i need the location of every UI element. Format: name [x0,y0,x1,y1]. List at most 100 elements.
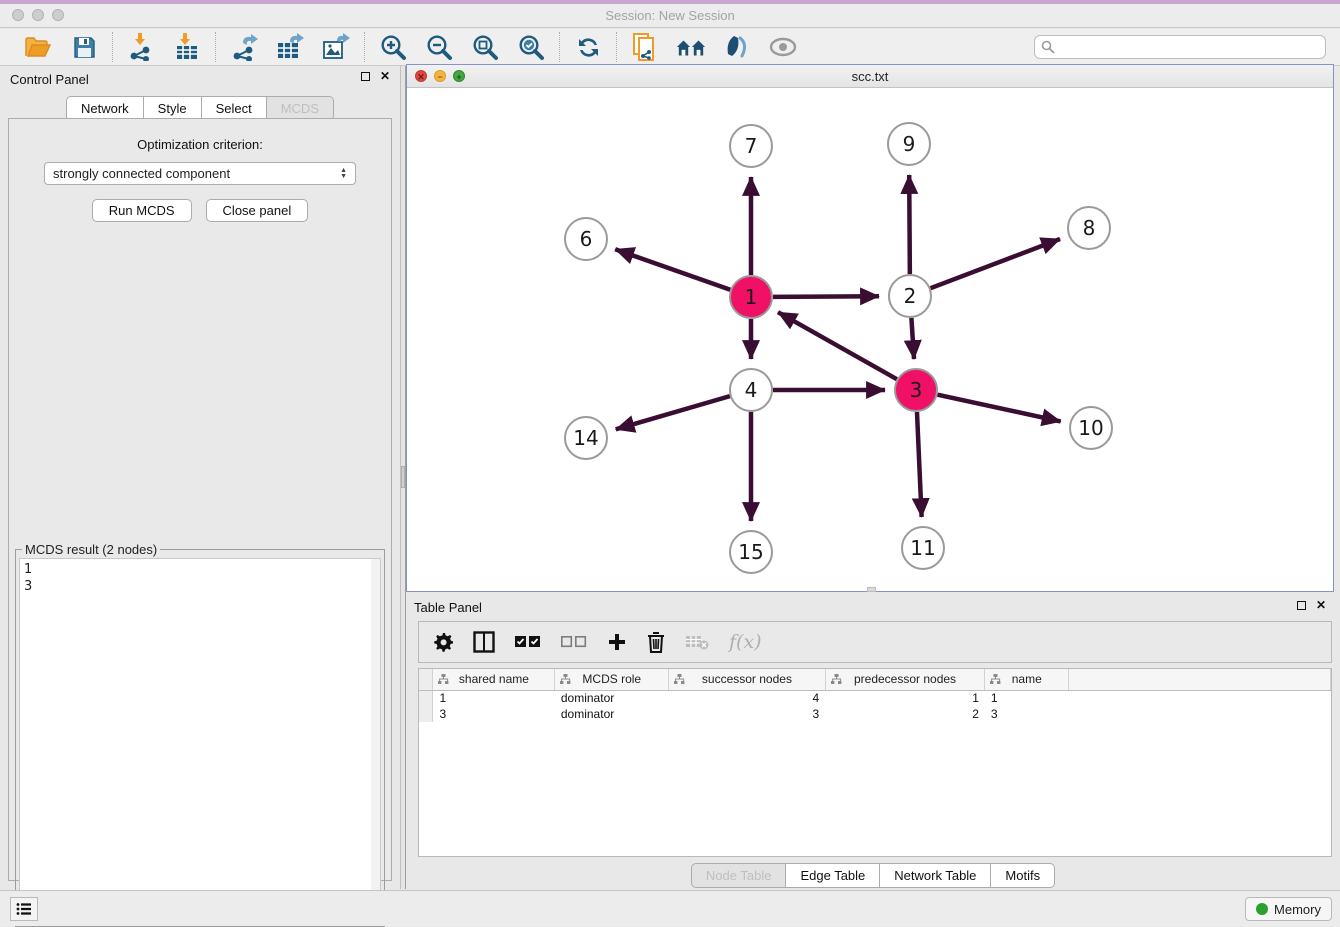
column-header-shared-name[interactable]: shared name [433,669,555,690]
save-session-icon[interactable] [69,33,99,61]
network-canvas[interactable]: 7 9 6 8 1 2 4 3 14 10 15 11 [407,88,1333,591]
row-gutter [419,706,433,722]
cell-predecessor-nodes[interactable]: 1 [825,690,985,706]
node-3[interactable]: 3 [895,369,937,411]
memory-button[interactable]: Memory [1245,897,1332,921]
open-session-icon[interactable] [23,33,53,61]
column-header-name[interactable]: name [985,669,1069,690]
toggle-columns-icon[interactable] [473,631,495,653]
cell-name[interactable]: 3 [985,706,1069,722]
cell-MCDS-role[interactable]: dominator [555,690,669,706]
layout-icon[interactable] [676,33,706,61]
search-area [1034,35,1326,59]
node-11[interactable]: 11 [902,527,944,569]
mcds-result-title: MCDS result (2 nodes) [22,542,160,557]
edge-3-10[interactable] [937,395,1060,422]
cell-successor-nodes[interactable]: 4 [669,690,826,706]
add-row-icon[interactable] [607,632,627,652]
edge-3-1[interactable] [778,312,897,379]
delete-table-icon[interactable] [685,634,709,650]
style-marker-icon[interactable] [722,33,752,61]
edge-2-3[interactable] [911,318,914,359]
tab-network-table[interactable]: Network Table [879,863,990,888]
row-header-gutter [419,669,433,690]
cell-predecessor-nodes[interactable]: 2 [825,706,985,722]
tab-motifs[interactable]: Motifs [990,863,1055,888]
close-panel-icon[interactable]: ✕ [380,72,390,81]
delete-icon[interactable] [647,632,665,653]
svg-text:11: 11 [910,536,935,560]
cell-shared-name[interactable]: 3 [433,706,555,722]
tab-edge-table[interactable]: Edge Table [785,863,879,888]
edge-3-11[interactable] [917,412,922,517]
export-image-icon[interactable] [321,33,351,61]
svg-text:3: 3 [910,378,923,402]
table-tabs: Node TableEdge TableNetwork TableMotifs [691,863,1055,888]
refresh-icon[interactable] [573,33,603,61]
table-row[interactable]: 3dominator323 [419,706,1331,722]
table-row[interactable]: 1dominator411 [419,690,1331,706]
cell-shared-name[interactable]: 1 [433,690,555,706]
node-9[interactable]: 9 [888,123,930,165]
close-table-panel-icon[interactable]: ✕ [1316,601,1326,610]
network-window-title: scc.txt [407,69,1333,84]
table-settings-icon[interactable] [433,632,453,652]
svg-text:4: 4 [745,378,758,402]
hide-icon[interactable] [768,33,798,61]
splitter-grip[interactable] [401,466,405,488]
mcds-result-group: MCDS result (2 nodes) 1 3 [15,549,385,927]
tab-node-table[interactable]: Node Table [691,863,786,888]
column-header-MCDS-role[interactable]: MCDS role [555,669,669,690]
status-bar: Memory [0,890,1340,926]
cell-name[interactable]: 1 [985,690,1069,706]
zoom-selected-icon[interactable] [516,33,546,61]
export-table-icon[interactable] [275,33,305,61]
import-network-icon[interactable] [126,33,156,61]
node-2[interactable]: 2 [889,275,931,317]
node-14[interactable]: 14 [565,417,607,459]
edge-2-8[interactable] [931,239,1060,288]
edge-4-14[interactable] [616,396,730,429]
node-7[interactable]: 7 [730,125,772,167]
run-mcds-button[interactable]: Run MCDS [92,199,192,222]
zoom-in-icon[interactable] [378,33,408,61]
edge-1-6[interactable] [615,249,730,289]
optimization-criterion-select[interactable]: strongly connected component ▲▼ [44,162,356,185]
import-table-icon[interactable] [172,33,202,61]
column-header-predecessor-nodes[interactable]: predecessor nodes [825,669,985,690]
node-15[interactable]: 15 [730,531,772,573]
svg-text:6: 6 [580,227,593,251]
column-header-successor-nodes[interactable]: successor nodes [669,669,826,690]
float-table-panel-icon[interactable] [1297,601,1306,610]
node-4[interactable]: 4 [730,369,772,411]
column-sort-icon [674,674,685,685]
node-8[interactable]: 8 [1068,207,1110,249]
close-panel-button[interactable]: Close panel [206,199,309,222]
function-builder-icon[interactable]: f(x) [729,631,762,653]
zoom-out-icon[interactable] [424,33,454,61]
select-all-icon[interactable] [515,636,541,648]
node-10[interactable]: 10 [1070,407,1112,449]
search-box[interactable] [1034,35,1326,59]
node-1[interactable]: 1 [730,276,772,318]
mcds-result-scrollbar[interactable] [371,559,380,922]
float-panel-icon[interactable] [361,72,370,81]
cell-MCDS-role[interactable]: dominator [555,706,669,722]
zoom-fit-icon[interactable] [470,33,500,61]
title-bar: Session: New Session [0,0,1340,28]
network-window-titlebar[interactable]: ✕ − + scc.txt [407,65,1333,88]
task-history-button[interactable] [10,897,38,921]
network-resize-handle[interactable] [867,587,876,592]
mcds-result-text[interactable]: 1 3 [19,558,381,923]
network-view-window: ✕ − + scc.txt 7 9 6 8 1 2 4 3 14 10 15 11 [406,64,1334,592]
node-table[interactable]: shared nameMCDS rolesuccessor nodesprede… [418,668,1332,857]
search-input[interactable] [1059,40,1319,54]
node-6[interactable]: 6 [565,218,607,260]
edge-2-9[interactable] [909,175,910,274]
cell-successor-nodes[interactable]: 3 [669,706,826,722]
edge-1-2[interactable] [773,296,879,297]
deselect-all-icon[interactable] [561,636,587,648]
table-panel-title: Table Panel [414,600,482,615]
duplicate-network-icon[interactable] [630,33,660,61]
export-network-icon[interactable] [229,33,259,61]
